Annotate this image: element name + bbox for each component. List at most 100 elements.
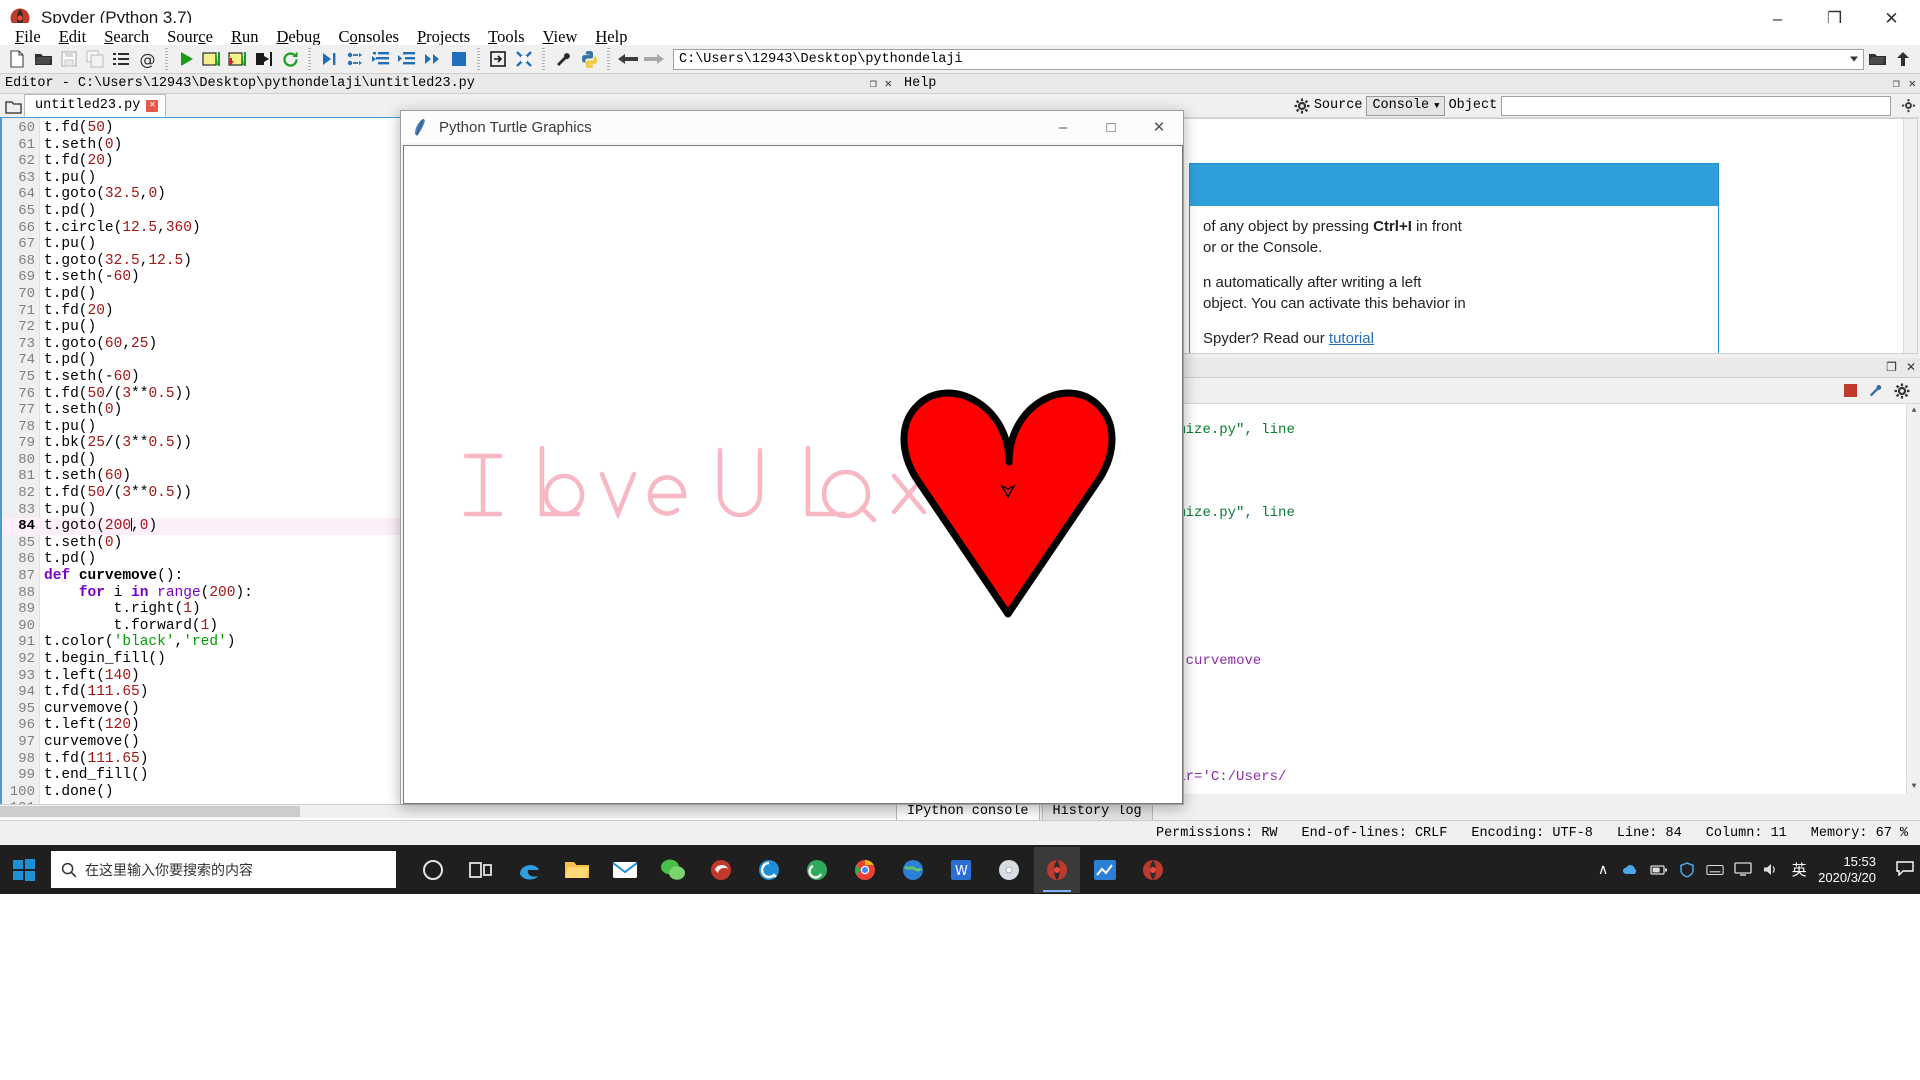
help-source-select[interactable]: Console ▼	[1366, 95, 1445, 116]
chrome-icon[interactable]	[842, 847, 888, 893]
undock-icon[interactable]: ❐	[870, 76, 877, 91]
debug-file-icon[interactable]	[316, 47, 342, 72]
step-over-icon[interactable]	[342, 47, 368, 72]
ime-indicator[interactable]: 英	[1790, 861, 1808, 879]
taskbar-search-input[interactable]: 在这里输入你要搜索的内容	[51, 851, 396, 888]
line-code: t.fd(20)	[44, 302, 114, 319]
save-all-icon[interactable]	[82, 47, 108, 72]
options-gear-icon[interactable]	[1868, 383, 1884, 398]
close-pane-icon[interactable]: ✕	[1909, 76, 1916, 91]
help-settings-icon[interactable]	[1897, 98, 1920, 113]
undock-icon[interactable]: ❐	[1886, 360, 1897, 374]
chevron-down-icon[interactable]: ▼	[1434, 101, 1439, 111]
task-view-icon[interactable]	[458, 847, 504, 893]
run-cell-advance-icon[interactable]	[225, 47, 251, 72]
open-file-icon[interactable]	[30, 47, 56, 72]
browse-tabs-icon[interactable]	[2, 97, 24, 117]
disc-icon[interactable]	[986, 847, 1032, 893]
scrollbar-thumb[interactable]	[0, 806, 300, 817]
save-file-icon[interactable]	[56, 47, 82, 72]
battery-icon[interactable]	[1650, 861, 1668, 879]
cortana-icon[interactable]	[410, 847, 456, 893]
line-number: 84	[18, 518, 35, 535]
fullscreen-icon[interactable]	[511, 47, 537, 72]
editor-tab-label: untitled23.py	[35, 98, 141, 113]
monitor-icon[interactable]	[1734, 861, 1752, 879]
qq-browser-icon[interactable]	[746, 847, 792, 893]
maximize-pane-icon[interactable]	[485, 47, 511, 72]
close-icon[interactable]: ✕	[146, 99, 159, 112]
re-run-cell-icon[interactable]	[277, 47, 303, 72]
run-selection-icon[interactable]	[251, 47, 277, 72]
line-number: 95	[18, 700, 35, 717]
wechat-icon[interactable]	[650, 847, 696, 893]
preferences-icon[interactable]	[550, 47, 576, 72]
chevron-down-icon[interactable]	[1850, 56, 1858, 62]
turtle-maximize-button[interactable]: □	[1087, 111, 1135, 143]
firefox-dev-icon[interactable]	[698, 847, 744, 893]
help-vertical-scrollbar[interactable]	[1903, 119, 1917, 353]
keyboard-icon[interactable]	[1706, 861, 1724, 879]
chevron-up-icon[interactable]: ∧	[1594, 861, 1612, 879]
step-return-icon[interactable]	[394, 47, 420, 72]
stop-debug-icon[interactable]	[446, 47, 472, 72]
gear-icon[interactable]	[1294, 98, 1310, 114]
file-explorer-icon[interactable]	[554, 847, 600, 893]
taskbar-pinned-apps: W	[410, 846, 1176, 893]
mail-icon[interactable]	[602, 847, 648, 893]
status-label: Encoding:	[1471, 825, 1545, 841]
edge-icon[interactable]	[506, 847, 552, 893]
notification-icon[interactable]	[1896, 860, 1914, 880]
editor-pane-title: Editor - C:\Users\12943\Desktop\pythonde…	[5, 76, 475, 91]
chart-app-icon[interactable]	[1082, 847, 1128, 893]
line-code: t.goto(32.5,0)	[44, 186, 166, 203]
shield-icon[interactable]	[1678, 861, 1696, 879]
line-code: t.end_fill()	[44, 767, 149, 784]
help-p3-text: Spyder? Read our	[1203, 330, 1329, 347]
wps-writer-icon[interactable]: W	[938, 847, 984, 893]
python-turtle-graphics-window[interactable]: Python Turtle Graphics – □ ✕	[400, 110, 1184, 805]
line-number: 74	[18, 352, 35, 369]
turtle-close-button[interactable]: ✕	[1135, 111, 1183, 143]
settings-icon[interactable]	[1894, 383, 1910, 399]
new-file-icon[interactable]	[4, 47, 30, 72]
turtle-minimize-button[interactable]: –	[1039, 111, 1087, 143]
run-file-icon[interactable]	[173, 47, 199, 72]
undock-icon[interactable]: ❐	[1893, 76, 1900, 91]
scroll-down-icon[interactable]: ▼	[1907, 780, 1920, 794]
taskbar-clock[interactable]: 15:53 2020/3/20	[1818, 854, 1886, 886]
cloud-icon[interactable]	[1622, 861, 1640, 879]
line-number: 75	[18, 368, 35, 385]
console-vertical-scrollbar[interactable]: ▲ ▼	[1906, 404, 1920, 794]
volume-icon[interactable]	[1762, 861, 1780, 879]
close-pane-icon[interactable]: ✕	[885, 76, 892, 91]
editor-horizontal-scrollbar[interactable]	[0, 804, 896, 818]
windows-start-icon[interactable]	[0, 845, 48, 894]
run-cell-icon[interactable]	[199, 47, 225, 72]
earth-icon[interactable]	[890, 847, 936, 893]
line-code: t.fd(50/(3**0.5))	[44, 485, 192, 502]
pythonpath-icon[interactable]	[576, 47, 602, 72]
step-into-icon[interactable]	[368, 47, 394, 72]
working-directory-path[interactable]: C:\Users\12943\Desktop\pythondelaji	[673, 48, 1864, 70]
close-pane-icon[interactable]: ✕	[1906, 360, 1916, 374]
help-object-input[interactable]	[1501, 95, 1891, 116]
editor-tab-untitled23[interactable]: untitled23.py ✕	[24, 94, 167, 117]
spyder-taskbar-icon-2[interactable]	[1130, 847, 1176, 893]
find-symbol-icon[interactable]: @	[134, 47, 160, 72]
parent-dir-icon[interactable]	[1890, 47, 1916, 72]
open-dir-icon[interactable]	[1864, 47, 1890, 72]
spyder-taskbar-icon[interactable]	[1034, 846, 1080, 893]
line-code: t.goto(60,25)	[44, 335, 158, 352]
scroll-up-icon[interactable]: ▲	[1907, 404, 1920, 418]
forward-icon[interactable]	[641, 47, 667, 72]
turtle-canvas[interactable]	[403, 145, 1183, 804]
stop-icon[interactable]	[1843, 383, 1858, 398]
tutorial-link[interactable]: tutorial	[1329, 330, 1374, 347]
file-switcher-icon[interactable]	[108, 47, 134, 72]
line-number: 93	[18, 667, 35, 684]
back-icon[interactable]	[615, 47, 641, 72]
unknown-green-icon[interactable]	[794, 847, 840, 893]
continue-icon[interactable]	[420, 47, 446, 72]
line-code: t.pd()	[44, 551, 97, 568]
